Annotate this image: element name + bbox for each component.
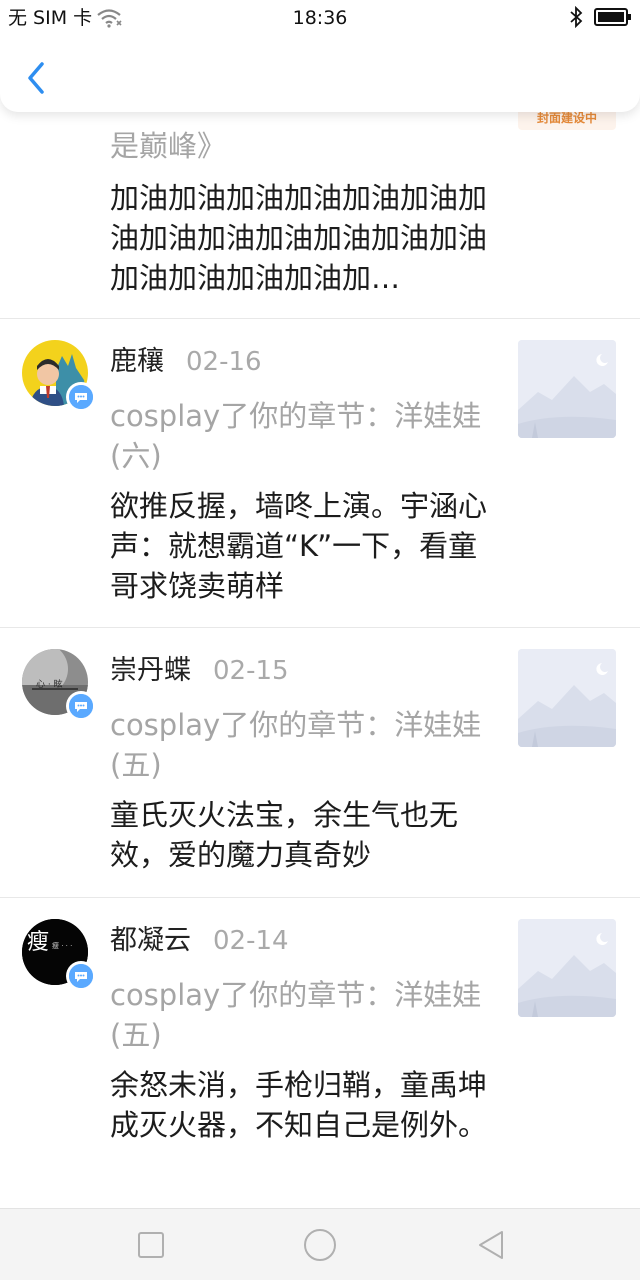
user-name[interactable]: 鹿穰 xyxy=(110,345,164,379)
item-action[interactable]: cosplay了你的章节：洋娃娃(六) xyxy=(110,396,488,476)
user-name[interactable]: 崇丹蝶 xyxy=(110,654,191,688)
comment-badge xyxy=(66,691,96,721)
user-avatar[interactable]: 瘦 瘦 · · · xyxy=(22,919,96,991)
name-row: 崇丹蝶 02-15 xyxy=(110,654,289,688)
chevron-left-icon xyxy=(28,62,44,94)
status-bar: 无 SIM 卡 18:36 xyxy=(0,0,640,36)
triangle-back-icon xyxy=(479,1231,503,1259)
item-comment: 童氏灭火法宝，余生气也无效，爱的魔力真奇妙 xyxy=(110,798,459,872)
item-comment: 余怒未消，手枪归鞘，童禹坤成灭火器，不知自己是例外。 xyxy=(110,1068,488,1142)
system-nav-bar xyxy=(0,1208,640,1280)
list-item[interactable]: 心 · 眩 崇丹蝶 02-15 cosplay了你的章节：洋娃娃(五) 童氏灭火… xyxy=(0,627,640,898)
page: 是巅峰》 加油加油加油加油加油加油加油加油加油加油加油加油加油加油加油加油加油加… xyxy=(0,0,640,1280)
item-date: 02-15 xyxy=(213,656,289,686)
comment-badge xyxy=(66,382,96,412)
svg-text:心 · 眩: 心 · 眩 xyxy=(36,678,63,690)
item-action[interactable]: cosplay了你的章节：洋娃娃(五) xyxy=(110,705,488,785)
recent-apps-button[interactable] xyxy=(133,1227,169,1263)
app-header xyxy=(0,36,640,112)
item-comment: 欲推反握，墙咚上演。宇涵心声：就想霸道“K”一下，看童哥求饶卖萌样 xyxy=(110,489,488,603)
home-button[interactable] xyxy=(302,1227,338,1263)
mountain-placeholder-icon xyxy=(518,340,616,438)
circle-icon xyxy=(304,1229,336,1261)
chat-bubble-icon xyxy=(69,964,93,988)
list-item[interactable]: 鹿穰 02-16 cosplay了你的章节：洋娃娃(六) 欲推反握，墙咚上演。宇… xyxy=(0,318,640,628)
comment-badge xyxy=(66,961,96,991)
item-comment: 加油加油加油加油加油加油加油加油加油加油加油加油加油加油加油加油加油加… xyxy=(110,181,488,295)
user-name[interactable]: 都凝云 xyxy=(110,924,191,958)
battery-icon xyxy=(594,8,631,26)
item-action-partial: 是巅峰》 xyxy=(110,129,227,163)
bluetooth-icon xyxy=(570,6,583,28)
mountain-placeholder-icon xyxy=(518,649,616,747)
list-item[interactable]: 瘦 瘦 · · · 都凝云 02-14 cosplay了你的章节：洋娃娃(五) … xyxy=(0,897,640,1208)
system-back-button[interactable] xyxy=(474,1227,510,1263)
item-date: 02-14 xyxy=(213,926,289,956)
avatar-text: 瘦 xyxy=(27,930,49,955)
name-row: 鹿穰 02-16 xyxy=(110,345,262,379)
item-date: 02-16 xyxy=(186,347,262,377)
cosplay-feed[interactable]: 是巅峰》 加油加油加油加油加油加油加油加油加油加油加油加油加油加油加油加油加油加… xyxy=(0,0,640,1208)
user-avatar[interactable]: 心 · 眩 xyxy=(22,649,96,721)
chat-bubble-icon xyxy=(69,694,93,718)
mountain-placeholder-icon xyxy=(518,919,616,1017)
status-right xyxy=(568,6,632,28)
item-action[interactable]: cosplay了你的章节：洋娃娃(五) xyxy=(110,975,488,1055)
name-row: 都凝云 02-14 xyxy=(110,924,289,958)
chapter-thumbnail[interactable] xyxy=(518,649,616,747)
clock: 18:36 xyxy=(292,7,348,29)
chapter-thumbnail[interactable] xyxy=(518,340,616,438)
chat-bubble-icon xyxy=(69,385,93,409)
svg-text:瘦 · · ·: 瘦 · · · xyxy=(52,941,72,950)
chapter-thumbnail[interactable] xyxy=(518,919,616,1017)
user-avatar[interactable] xyxy=(22,340,96,412)
square-icon xyxy=(138,1232,164,1258)
back-button[interactable] xyxy=(18,56,54,96)
